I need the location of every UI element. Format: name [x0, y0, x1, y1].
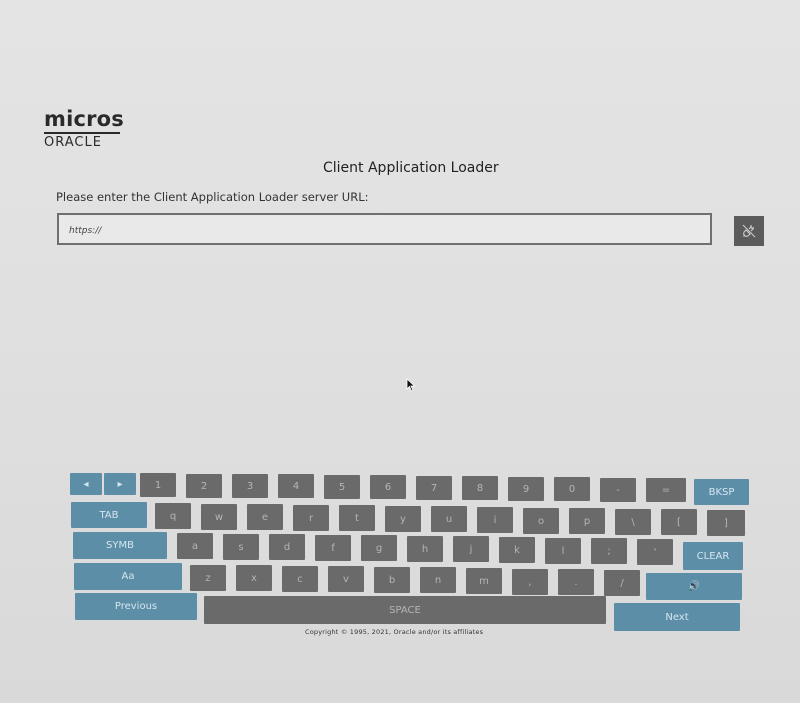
copyright-notice: Copyright © 1995, 2021, Oracle and/or it…: [305, 628, 484, 636]
key-n[interactable]: n: [420, 567, 456, 593]
key-r[interactable]: r: [293, 505, 329, 531]
key-4[interactable]: 4: [278, 474, 314, 498]
key-p[interactable]: p: [569, 508, 605, 534]
key-d[interactable]: d: [269, 534, 305, 560]
key-equals[interactable]: =: [646, 478, 686, 502]
server-url-field[interactable]: [57, 213, 712, 245]
key-comma[interactable]: ,: [512, 569, 548, 595]
key-slash[interactable]: /: [604, 570, 640, 596]
key-x[interactable]: x: [236, 565, 272, 591]
client-application-loader-screen: micros ORACLE Client Application Loader …: [0, 0, 800, 703]
key-space[interactable]: SPACE: [204, 596, 606, 624]
key-q[interactable]: q: [155, 503, 191, 529]
key-y[interactable]: y: [385, 506, 421, 532]
key-0[interactable]: 0: [554, 477, 590, 501]
key-symbols[interactable]: SYMB: [73, 532, 167, 559]
plug-icon: [742, 224, 756, 238]
logo-divider: [44, 132, 120, 134]
key-c[interactable]: c: [282, 566, 318, 592]
key-bracket-right[interactable]: ]: [707, 510, 745, 536]
key-shift[interactable]: Aa: [74, 563, 182, 590]
key-z[interactable]: z: [190, 565, 226, 591]
key-o[interactable]: o: [523, 508, 559, 534]
key-a[interactable]: a: [177, 533, 213, 559]
micros-oracle-logo: micros ORACLE: [44, 108, 134, 150]
page-title: Client Application Loader: [323, 160, 499, 176]
key-tab[interactable]: TAB: [71, 502, 147, 528]
key-s[interactable]: s: [223, 534, 259, 560]
key-semicolon[interactable]: ;: [591, 538, 627, 564]
key-arrow-right[interactable]: ▸: [104, 473, 136, 495]
key-3[interactable]: 3: [232, 474, 268, 498]
logo-micros-text: micros: [44, 107, 125, 131]
key-quote[interactable]: ': [637, 539, 673, 565]
key-2[interactable]: 2: [186, 474, 222, 498]
on-screen-keyboard: ◂ ▸ 1 2 3 4 5 6 7 8 9 0- = BKSP TAB q w e r t y u i o p \ [] SYMB a s…: [0, 0, 800, 703]
key-5[interactable]: 5: [324, 475, 360, 499]
key-7[interactable]: 7: [416, 476, 452, 500]
key-minus[interactable]: -: [600, 478, 636, 502]
key-backspace[interactable]: BKSP: [694, 479, 749, 505]
key-period[interactable]: .: [558, 569, 594, 595]
key-8[interactable]: 8: [462, 476, 498, 500]
key-9[interactable]: 9: [508, 477, 544, 501]
key-t[interactable]: t: [339, 505, 375, 531]
key-w[interactable]: w: [201, 504, 237, 530]
key-clear[interactable]: CLEAR: [683, 542, 743, 570]
key-h[interactable]: h: [407, 536, 443, 562]
key-j[interactable]: j: [453, 536, 489, 562]
key-sound[interactable]: 🔊: [646, 573, 742, 600]
key-1[interactable]: 1: [140, 473, 176, 497]
key-previous[interactable]: Previous: [75, 593, 197, 620]
key-m[interactable]: m: [466, 568, 502, 594]
server-url-input[interactable]: [67, 221, 701, 241]
logo-oracle-text: ORACLE: [44, 135, 102, 150]
key-i[interactable]: i: [477, 507, 513, 533]
key-u[interactable]: u: [431, 506, 467, 532]
key-next[interactable]: Next: [614, 603, 740, 631]
key-l[interactable]: l: [545, 538, 581, 564]
key-6[interactable]: 6: [370, 475, 406, 499]
url-prompt-label: Please enter the Client Application Load…: [56, 190, 369, 204]
key-bracket-left[interactable]: [: [661, 509, 697, 535]
key-g[interactable]: g: [361, 535, 397, 561]
key-backslash[interactable]: \: [615, 509, 651, 535]
mouse-cursor-icon: [406, 378, 416, 392]
connect-button[interactable]: [734, 216, 764, 246]
key-arrow-left[interactable]: ◂: [70, 473, 102, 495]
key-b[interactable]: b: [374, 567, 410, 593]
key-e[interactable]: e: [247, 504, 283, 530]
key-f[interactable]: f: [315, 535, 351, 561]
key-v[interactable]: v: [328, 566, 364, 592]
key-k[interactable]: k: [499, 537, 535, 563]
